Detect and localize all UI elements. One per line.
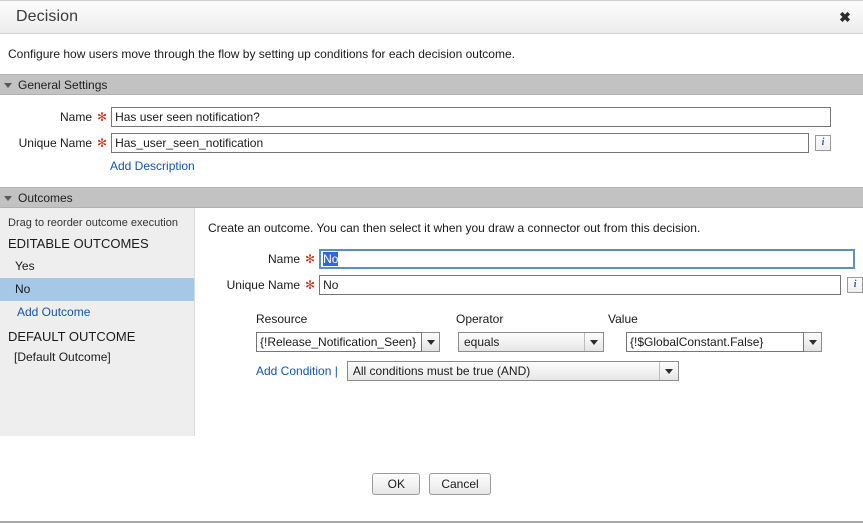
required-asterisk-icon: ✻ <box>305 252 316 266</box>
field-row-unique-name: Unique Name ✻ i <box>0 133 863 153</box>
outcome-name-label: Name <box>267 252 300 266</box>
section-title-general-settings: General Settings <box>18 77 108 92</box>
add-description-row: Add Description <box>0 159 863 173</box>
value-combobox[interactable] <box>626 332 822 352</box>
general-settings-body: Name ✻ Unique Name ✻ i Add Description <box>0 95 863 187</box>
chevron-down-icon <box>4 195 12 201</box>
page-title: Decision <box>16 8 79 25</box>
condition-logic-select[interactable]: All conditions must be true (AND) <box>346 361 679 381</box>
value-input[interactable] <box>626 332 804 352</box>
chevron-down-icon <box>658 362 678 380</box>
section-header-outcomes[interactable]: Outcomes <box>0 187 863 208</box>
condition-logic-row: Add Condition | All conditions must be t… <box>256 361 863 381</box>
resource-combobox[interactable] <box>256 332 440 352</box>
info-icon[interactable]: i <box>847 277 863 293</box>
unique-name-label: Unique Name <box>18 136 92 150</box>
resource-input[interactable] <box>256 332 422 352</box>
operator-column-header: Operator <box>456 312 504 326</box>
required-asterisk-icon: ✻ <box>305 278 316 292</box>
outcome-unique-name-label: Unique Name <box>226 278 300 292</box>
condition-logic-value: All conditions must be true (AND) <box>352 364 531 378</box>
condition-column-headers: Resource Operator Value <box>256 312 863 326</box>
required-asterisk-icon: ✻ <box>97 136 108 150</box>
decision-dialog: § Decision ✖ Configure how users move th… <box>0 0 863 523</box>
add-outcome-row: Add Outcome <box>0 301 194 329</box>
resource-column-header: Resource <box>256 312 308 326</box>
condition-builder: Resource Operator Value equals <box>208 312 863 381</box>
add-description-link[interactable]: Add Description <box>110 159 195 173</box>
outcomes-list-panel: Drag to reorder outcome execution EDITAB… <box>0 208 195 436</box>
resource-dropdown-button[interactable] <box>422 332 440 352</box>
name-label: Name <box>59 110 92 124</box>
cancel-button[interactable]: Cancel <box>429 473 491 495</box>
add-condition-link[interactable]: Add Condition | <box>256 364 338 378</box>
field-row-outcome-unique-name: Unique Name ✻ i <box>208 275 863 295</box>
value-dropdown-button[interactable] <box>804 332 822 352</box>
outcomes-area: Drag to reorder outcome execution EDITAB… <box>0 208 863 447</box>
dialog-titlebar: Decision ✖ <box>0 0 863 34</box>
outcome-unique-name-input[interactable] <box>319 275 842 295</box>
required-asterisk-icon: ✻ <box>97 110 108 124</box>
chevron-down-icon <box>426 339 435 345</box>
dialog-description: Configure how users move through the flo… <box>0 34 863 74</box>
unique-name-input[interactable] <box>111 133 810 153</box>
default-outcome-item[interactable]: [Default Outcome] <box>0 348 194 364</box>
dialog-footer: OK Cancel <box>0 447 863 523</box>
section-title-outcomes: Outcomes <box>18 190 73 205</box>
field-row-outcome-name: Name ✻ <box>208 249 863 269</box>
editable-outcomes-group-title: EDITABLE OUTCOMES <box>8 236 149 251</box>
outcome-detail-panel: Create an outcome. You can then select i… <box>195 208 863 447</box>
field-row-name: Name ✻ <box>0 107 863 127</box>
chevron-down-icon <box>584 333 603 351</box>
operator-select-value: equals <box>464 335 500 349</box>
value-column-header: Value <box>608 312 638 326</box>
drag-reorder-hint: Drag to reorder outcome execution <box>8 217 178 229</box>
outcome-detail-description: Create an outcome. You can then select i… <box>208 221 701 235</box>
name-input[interactable] <box>111 107 832 127</box>
chevron-down-icon <box>808 339 817 345</box>
add-outcome-link[interactable]: Add Outcome <box>17 305 90 319</box>
outcome-item-yes[interactable]: Yes <box>0 255 194 278</box>
ok-button[interactable]: OK <box>372 473 421 495</box>
close-icon[interactable]: ✖ <box>835 7 855 27</box>
outcome-item-no[interactable]: No <box>0 278 194 301</box>
info-icon[interactable]: i <box>815 135 832 151</box>
chevron-down-icon <box>4 82 12 88</box>
outcome-name-input[interactable] <box>319 249 856 269</box>
default-outcome-group-title: DEFAULT OUTCOME <box>8 329 136 344</box>
condition-row: equals <box>256 332 863 352</box>
section-header-general-settings[interactable]: General Settings <box>0 74 863 95</box>
operator-select[interactable]: equals <box>458 332 604 352</box>
